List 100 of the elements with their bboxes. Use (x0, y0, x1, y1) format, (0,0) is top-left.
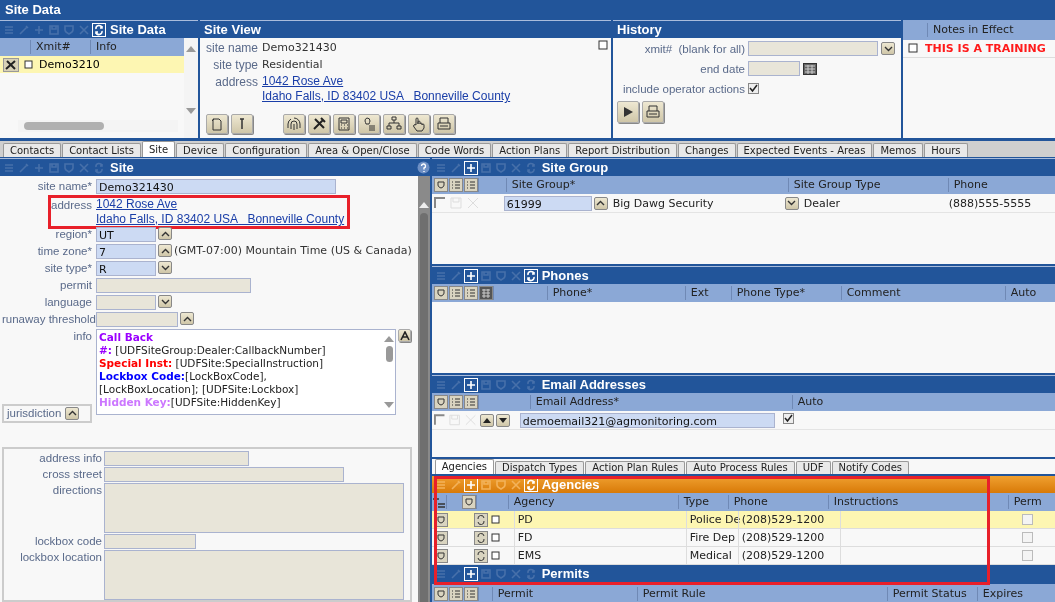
add-icon[interactable] (463, 268, 478, 283)
input-field[interactable] (104, 451, 249, 466)
calendar-icon[interactable] (803, 62, 817, 75)
input-field[interactable]: 7 (96, 244, 156, 260)
swap-icon[interactable] (473, 548, 488, 563)
dropdown-button[interactable] (158, 261, 172, 275)
input-field[interactable] (104, 467, 344, 482)
dropdown-button[interactable] (881, 42, 895, 55)
tab[interactable]: Configuration (225, 143, 308, 157)
tab[interactable]: Expected Events - Areas (736, 143, 873, 157)
shield-icon[interactable] (433, 587, 448, 601)
shield-icon[interactable] (493, 477, 508, 492)
tab[interactable]: Hours (924, 143, 968, 157)
delete-icon[interactable] (508, 566, 523, 581)
note-button[interactable] (206, 114, 228, 134)
tab[interactable]: Site (141, 141, 176, 157)
tab[interactable]: Contact Lists (62, 143, 141, 157)
dropdown-button[interactable] (158, 295, 172, 309)
address-link[interactable]: 1042 Rose Ave (262, 74, 511, 89)
note-icon[interactable] (907, 42, 919, 55)
tab[interactable]: Device (176, 143, 225, 157)
shield-icon[interactable] (433, 286, 448, 300)
add-icon[interactable] (463, 160, 478, 175)
note-icon[interactable] (489, 514, 500, 525)
refresh-icon[interactable] (523, 477, 538, 492)
lookup-button[interactable] (158, 227, 172, 241)
xmit-field[interactable] (748, 41, 878, 56)
shield-icon[interactable] (433, 395, 448, 409)
print-button[interactable] (642, 101, 664, 123)
pencil-icon[interactable] (17, 160, 31, 175)
list-icon[interactable] (463, 587, 478, 601)
add-row-icon[interactable] (431, 495, 446, 509)
text-area[interactable] (104, 483, 404, 533)
shield-icon[interactable] (461, 495, 476, 509)
list-icon[interactable] (448, 587, 463, 601)
input-field[interactable] (96, 278, 251, 294)
checkbox[interactable] (1021, 550, 1033, 561)
tab[interactable]: Auto Process Rules (686, 461, 795, 474)
input-field[interactable] (96, 295, 156, 311)
move-up-button[interactable] (479, 413, 494, 427)
input-field[interactable] (96, 312, 178, 328)
tab[interactable]: Code Words (417, 143, 492, 157)
checkbox-icon[interactable] (433, 414, 446, 426)
org-chart-button[interactable] (383, 114, 405, 134)
note-icon[interactable] (23, 59, 33, 70)
calculator-icon[interactable] (478, 286, 493, 300)
table-row[interactable]: FD Fire Dep (208)529-1200 (431, 529, 1055, 547)
tools-button[interactable] (308, 114, 330, 134)
address-link[interactable]: 1042 Rose Ave (96, 197, 345, 212)
date-field[interactable] (748, 61, 800, 76)
swap-icon[interactable] (473, 530, 488, 545)
note-icon[interactable] (489, 550, 500, 561)
play-button[interactable] (617, 101, 639, 123)
tab[interactable]: Dispatch Types (495, 461, 585, 474)
horizontal-scrollbar[interactable] (18, 120, 178, 132)
lookup-button[interactable] (158, 244, 172, 258)
shield-icon[interactable] (433, 178, 448, 192)
input-field[interactable] (104, 534, 196, 549)
tab[interactable]: Notify Codes (831, 461, 910, 474)
swap-icon[interactable] (473, 512, 488, 527)
address-link[interactable]: Idaho Falls, ID 83402 USA Bonneville County (262, 89, 511, 104)
tab[interactable]: Report Distribution (568, 143, 677, 157)
table-row[interactable]: Demo3210 (0, 56, 184, 73)
hand-button[interactable] (408, 114, 430, 134)
checkbox[interactable] (1021, 532, 1033, 543)
tab[interactable]: Area & Open/Close (308, 143, 417, 157)
vertical-scrollbar[interactable] (184, 38, 198, 138)
input-field[interactable]: demoemail321@agmonitoring.com (519, 412, 775, 428)
save-icon[interactable] (478, 477, 493, 492)
note-icon[interactable] (597, 40, 609, 52)
refresh-icon[interactable] (92, 22, 106, 37)
tab[interactable]: Action Plans (492, 143, 568, 157)
printer-button[interactable] (433, 114, 455, 134)
delete-icon[interactable] (508, 477, 523, 492)
font-button[interactable] (398, 329, 411, 343)
pencil-icon[interactable] (17, 22, 31, 37)
help-icon[interactable] (416, 161, 430, 174)
input-field[interactable]: 61999 (503, 195, 592, 211)
checkbox-icon[interactable] (433, 197, 446, 209)
lookup-button[interactable] (180, 312, 194, 326)
delete-icon[interactable] (508, 377, 523, 392)
dropdown-button[interactable] (784, 196, 799, 210)
add-icon[interactable] (463, 477, 478, 492)
vertical-scrollbar[interactable] (417, 176, 430, 602)
input-field[interactable]: Demo321430 (96, 179, 336, 194)
tab[interactable]: Changes (678, 143, 736, 157)
checkbox[interactable] (782, 413, 794, 424)
delete-icon[interactable] (508, 160, 523, 175)
note-icon[interactable] (489, 532, 500, 543)
save-icon[interactable] (47, 160, 61, 175)
tab[interactable]: Memos (873, 143, 924, 157)
add-icon[interactable] (463, 377, 478, 392)
tools-icon[interactable] (3, 57, 19, 72)
add-icon[interactable] (463, 566, 478, 581)
text-area[interactable] (104, 550, 404, 600)
input-field[interactable]: UT (96, 227, 156, 243)
tab[interactable]: Agencies (434, 459, 494, 474)
save-icon[interactable] (47, 22, 61, 37)
tab[interactable]: UDF (795, 461, 831, 474)
checkbox[interactable] (748, 83, 759, 94)
